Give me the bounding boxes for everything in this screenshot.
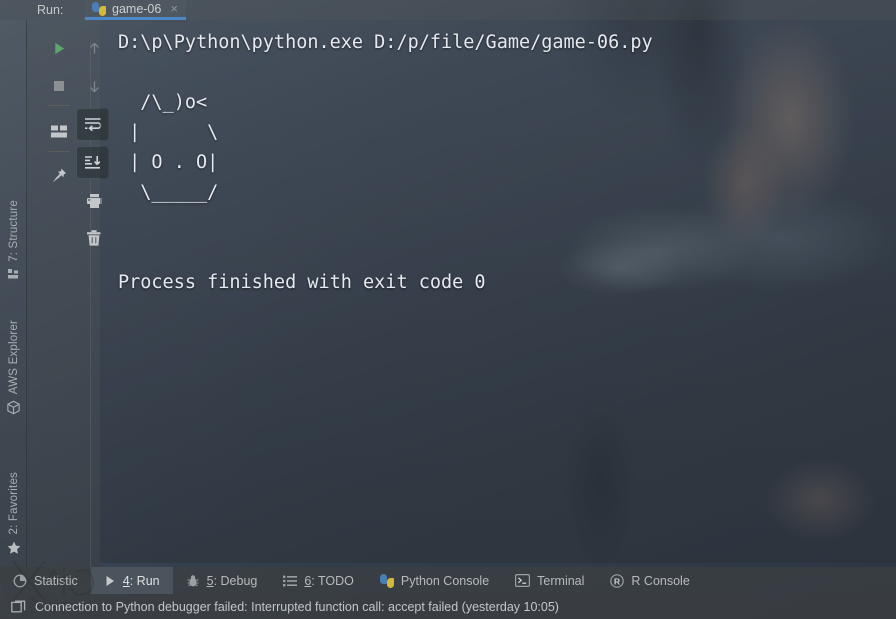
play-icon [104, 575, 116, 587]
bottom-tab-debug-label: 5: Debug [206, 573, 258, 588]
rerun-button[interactable] [44, 33, 74, 63]
bottom-tab-todo-label: 6: TODO [304, 573, 354, 588]
show-layout-button[interactable] [44, 116, 74, 146]
toolbar-separator [48, 105, 70, 106]
sidebar-item-aws-explorer-label: AWS Explorer [7, 320, 20, 395]
bottom-tab-python-console-label: Python Console [400, 573, 490, 588]
layout-icon [50, 125, 68, 138]
toolbar-separator [48, 151, 70, 152]
bottom-tab-r-console[interactable]: R R Console [597, 567, 702, 594]
star-icon [6, 540, 22, 556]
terminal-icon [515, 574, 531, 587]
status-bar-message: Connection to Python debugger failed: In… [35, 599, 559, 614]
close-icon[interactable]: × [170, 1, 178, 16]
left-tool-strip: 7: Structure AWS Explorer 2: Favorites [0, 20, 27, 582]
sidebar-item-structure[interactable]: 7: Structure [0, 200, 27, 281]
run-panel-label: Run: [37, 3, 64, 17]
run-tab-label: game-06 [112, 1, 162, 16]
status-bar: Connection to Python debugger failed: In… [0, 594, 896, 619]
r-console-icon: R [610, 573, 625, 588]
run-configuration-tab[interactable]: game-06 × [85, 0, 186, 20]
sidebar-item-favorites[interactable]: 2: Favorites [0, 472, 27, 556]
console-output-panel[interactable]: D:\p\Python\python.exe D:/p/file/Game/ga… [100, 20, 896, 563]
bug-icon [186, 574, 200, 588]
svg-text:R: R [614, 576, 621, 586]
play-icon [52, 41, 67, 56]
stop-button[interactable] [44, 71, 74, 101]
sidebar-item-favorites-label: 2: Favorites [7, 472, 20, 535]
structure-icon [7, 268, 20, 281]
soft-wrap-icon [84, 117, 102, 133]
sidebar-item-structure-label: 7: Structure [7, 200, 20, 262]
stop-square-icon [52, 79, 66, 93]
tool-window-bar: Statistic 4: Run 5: Debug 6: TODO Python… [0, 567, 896, 594]
pin-tab-button[interactable] [44, 160, 74, 190]
run-toolbar [27, 20, 109, 582]
bottom-tab-statistic[interactable]: Statistic [0, 567, 91, 594]
bottom-tab-debug[interactable]: 5: Debug [173, 567, 271, 594]
bottom-tab-run[interactable]: 4: Run [90, 567, 173, 594]
event-log-icon[interactable] [11, 599, 26, 614]
bottom-tab-todo[interactable]: 6: TODO [270, 567, 367, 594]
pycharm-run-window: Run: game-06 × 7: Structure AWS Explorer [0, 0, 896, 619]
pie-chart-icon [13, 574, 27, 588]
list-icon [283, 575, 298, 587]
python-file-icon [92, 1, 106, 16]
bottom-tab-terminal-label: Terminal [537, 573, 585, 588]
run-tab-strip: Run: game-06 × [0, 0, 896, 20]
console-text: D:\p\Python\python.exe D:/p/file/Game/ga… [118, 32, 653, 293]
sidebar-item-aws-explorer[interactable]: AWS Explorer [0, 320, 27, 415]
pin-icon [51, 167, 68, 184]
bottom-tab-terminal[interactable]: Terminal [502, 567, 597, 594]
bottom-tab-statistic-label: Statistic [34, 573, 78, 588]
scroll-to-end-icon [84, 155, 102, 171]
bottom-tab-r-console-label: R Console [631, 573, 690, 588]
bottom-tab-python-console[interactable]: Python Console [367, 567, 502, 594]
aws-cube-icon [6, 400, 21, 415]
bottom-tab-run-label: 4: Run [122, 573, 160, 588]
python-icon [379, 573, 394, 588]
